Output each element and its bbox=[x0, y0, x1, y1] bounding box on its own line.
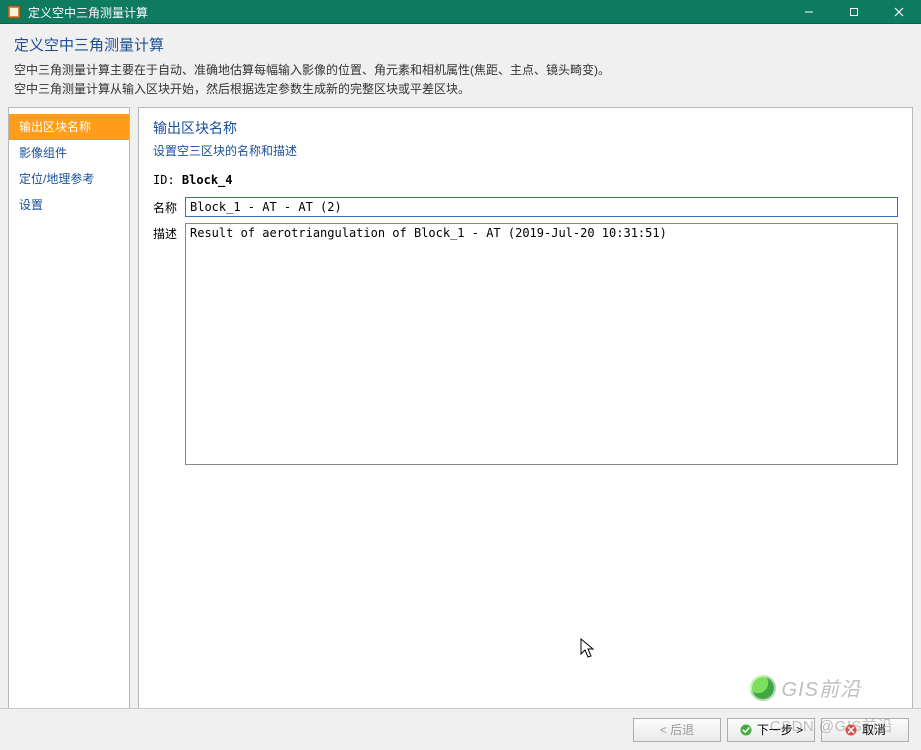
wizard-footer: < 后退 下一步 > 取消 bbox=[0, 708, 921, 750]
sidebar-item-positioning-georeference[interactable]: 定位/地理参考 bbox=[9, 166, 129, 192]
window-controls bbox=[786, 0, 921, 24]
next-button-label: 下一步 > bbox=[757, 721, 803, 738]
subtitle-line2: 空中三角测量计算从输入区块开始，然后根据选定参数生成新的完整区块或平差区块。 bbox=[14, 82, 470, 96]
back-button-label: < 后退 bbox=[660, 721, 694, 738]
sidebar-item-settings[interactable]: 设置 bbox=[9, 192, 129, 218]
sidebar-item-label: 输出区块名称 bbox=[19, 120, 91, 134]
name-input[interactable] bbox=[185, 197, 898, 217]
check-icon bbox=[739, 723, 753, 737]
back-button[interactable]: < 后退 bbox=[633, 718, 721, 742]
main-area: 输出区块名称 影像组件 定位/地理参考 设置 输出区块名称 设置空三区块的名称和… bbox=[0, 107, 921, 712]
name-label: 名称 bbox=[153, 197, 185, 216]
sidebar-item-label: 影像组件 bbox=[19, 146, 67, 160]
sidebar-item-output-block-name[interactable]: 输出区块名称 bbox=[9, 114, 129, 140]
sidebar-item-label: 定位/地理参考 bbox=[19, 172, 94, 186]
content-heading: 输出区块名称 bbox=[153, 118, 898, 138]
cancel-button-label: 取消 bbox=[862, 721, 886, 738]
page-header: 定义空中三角测量计算 空中三角测量计算主要在于自动、准确地估算每幅输入影像的位置… bbox=[0, 24, 921, 107]
description-textarea[interactable] bbox=[185, 223, 898, 465]
description-label: 描述 bbox=[153, 223, 185, 242]
next-button[interactable]: 下一步 > bbox=[727, 718, 815, 742]
sidebar: 输出区块名称 影像组件 定位/地理参考 设置 bbox=[8, 107, 130, 712]
maximize-button[interactable] bbox=[831, 0, 876, 24]
content-panel: 输出区块名称 设置空三区块的名称和描述 ID: Block_4 名称 描述 bbox=[138, 107, 913, 712]
window-title: 定义空中三角测量计算 bbox=[28, 4, 786, 21]
subtitle-line1: 空中三角测量计算主要在于自动、准确地估算每幅输入影像的位置、角元素和相机属性(焦… bbox=[14, 63, 610, 77]
cancel-icon bbox=[844, 723, 858, 737]
app-icon bbox=[6, 4, 22, 20]
block-id-row: ID: Block_4 bbox=[153, 173, 898, 187]
block-id-value: Block_4 bbox=[182, 173, 233, 187]
name-row: 名称 bbox=[153, 197, 898, 217]
page-subtitle: 空中三角测量计算主要在于自动、准确地估算每幅输入影像的位置、角元素和相机属性(焦… bbox=[14, 61, 907, 99]
content-description: 设置空三区块的名称和描述 bbox=[153, 142, 898, 159]
sidebar-item-image-components[interactable]: 影像组件 bbox=[9, 140, 129, 166]
close-button[interactable] bbox=[876, 0, 921, 24]
block-id-label: ID: bbox=[153, 173, 175, 187]
minimize-button[interactable] bbox=[786, 0, 831, 24]
page-title: 定义空中三角测量计算 bbox=[14, 34, 907, 55]
sidebar-item-label: 设置 bbox=[19, 198, 43, 212]
cancel-button[interactable]: 取消 bbox=[821, 718, 909, 742]
titlebar: 定义空中三角测量计算 bbox=[0, 0, 921, 24]
description-row: 描述 bbox=[153, 223, 898, 465]
